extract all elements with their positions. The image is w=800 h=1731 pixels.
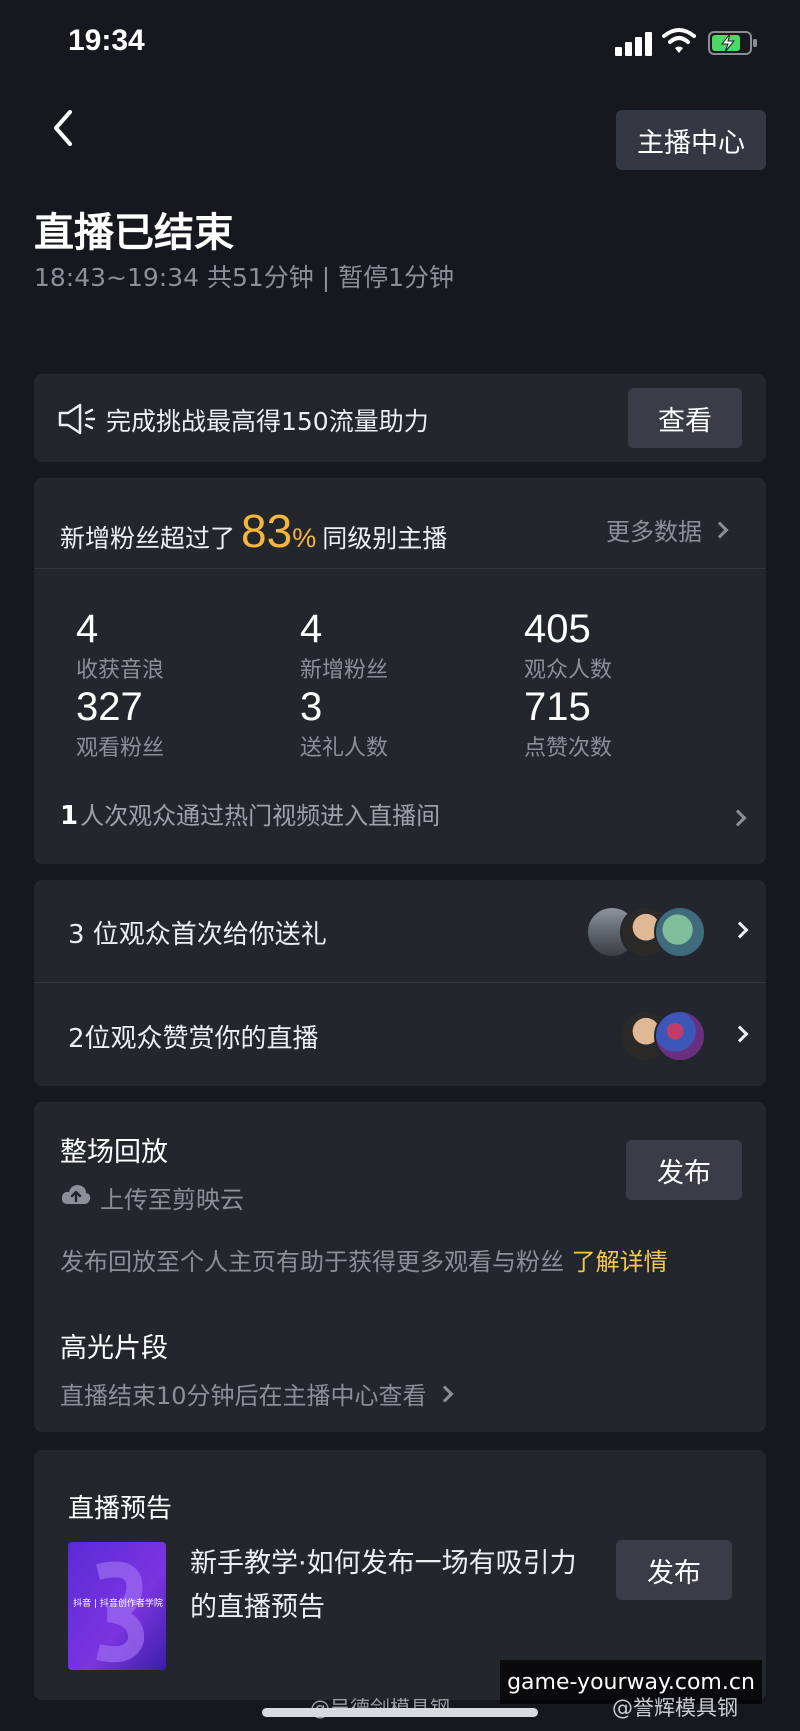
traffic-count: 1 [60, 801, 79, 831]
avatar [654, 1010, 706, 1062]
chevron-right-icon [731, 1025, 749, 1043]
stat-value: 4 [76, 607, 99, 651]
chevron-right-icon [711, 521, 729, 538]
stat-label: 收获音浪 [76, 658, 165, 683]
stat-item: 405 观众人数 [524, 608, 724, 684]
stat-value: 3 [300, 685, 323, 729]
replay-title: 整场回放 [60, 1137, 168, 1168]
preview-title: 直播预告 [68, 1494, 173, 1524]
fans-comparison: 新增粉丝超过了 83% 同级别主播 [60, 504, 447, 560]
view-challenge-button[interactable]: 查看 [628, 388, 742, 448]
fans-suffix: 同级别主播 [322, 524, 448, 553]
stat-label: 观众人数 [524, 658, 613, 683]
stats-card: 新增粉丝超过了 83% 同级别主播 更多数据 4 收获音浪 4 新增粉丝 405… [34, 478, 766, 864]
first-gift-row[interactable]: 3 位观众首次给你送礼 [34, 880, 766, 982]
appreciation-row[interactable]: 2位观众赞赏你的直播 [34, 984, 766, 1086]
stat-value: 405 [524, 607, 591, 651]
challenge-text: 完成挑战最高得150流量助力 [106, 407, 429, 436]
highlight-title: 高光片段 [60, 1333, 168, 1364]
stat-label: 送礼人数 [300, 736, 389, 761]
page-title: 直播已结束 [34, 210, 234, 256]
stat-value: 715 [524, 685, 591, 729]
preview-tutorial-text[interactable]: 新手教学·如何发布一场有吸引力的直播预告 [190, 1542, 590, 1630]
replay-desc-text: 发布回放至个人主页有助于获得更多观看与粉丝 [60, 1248, 564, 1276]
preview-thumbnail[interactable]: 抖音 | 抖音创作者学院 [68, 1542, 166, 1670]
gift-card: 3 位观众首次给你送礼 2位观众赞赏你的直播 [34, 880, 766, 1086]
host-center-button[interactable]: 主播中心 [616, 110, 766, 170]
stat-label: 观看粉丝 [76, 736, 165, 761]
cloud-upload-icon [61, 1185, 91, 1204]
stat-item: 4 新增粉丝 [300, 608, 500, 684]
publish-replay-button[interactable]: 发布 [626, 1140, 742, 1200]
traffic-text: 人次观众通过热门视频进入直播间 [80, 802, 441, 830]
chevron-right-icon[interactable] [729, 809, 747, 827]
avatar [654, 906, 706, 958]
live-duration: 18:43~19:34 共51分钟 | 暂停1分钟 [34, 263, 455, 292]
percent-sign: % [292, 523, 317, 553]
divider [34, 982, 766, 983]
stat-item: 3 送礼人数 [300, 686, 500, 762]
stat-label: 点赞次数 [524, 736, 613, 761]
speaker-icon [58, 403, 96, 435]
stat-item: 4 收获音浪 [76, 608, 276, 684]
challenge-banner: 完成挑战最高得150流量助力 查看 [34, 374, 766, 462]
publish-preview-button[interactable]: 发布 [616, 1540, 732, 1600]
more-data-label: 更多数据 [606, 518, 702, 546]
home-indicator[interactable] [262, 1708, 538, 1717]
highlight-link[interactable]: 直播结束10分钟后在主播中心查看 [60, 1376, 454, 1411]
gifter-avatars [586, 906, 706, 958]
stat-value: 4 [300, 607, 323, 651]
first-gift-text: 3 位观众首次给你送礼 [68, 920, 327, 950]
upload-cloud-text[interactable]: 上传至剪映云 [100, 1180, 244, 1215]
hot-video-traffic[interactable]: 1人次观众通过热门视频进入直播间 [60, 796, 440, 831]
replay-description: 发布回放至个人主页有助于获得更多观看与粉丝 了解详情 [60, 1242, 668, 1277]
appreciator-avatars [620, 1010, 710, 1062]
author-watermark: @誉辉模具钢 [612, 1696, 738, 1720]
highlight-desc: 直播结束10分钟后在主播中心查看 [60, 1382, 427, 1410]
more-data-link[interactable]: 更多数据 [606, 512, 729, 547]
chevron-right-icon [731, 921, 749, 939]
back-arrow-icon[interactable] [48, 104, 84, 152]
status-bar: 19:34 [0, 0, 800, 90]
battery-charging-icon [708, 31, 757, 55]
learn-more-link[interactable]: 了解详情 [572, 1248, 668, 1276]
stat-label: 新增粉丝 [300, 658, 389, 683]
chevron-right-icon [436, 1385, 454, 1402]
appreciation-text: 2位观众赞赏你的直播 [68, 1024, 319, 1054]
wifi-icon [662, 28, 696, 53]
thumbnail-caption: 抖音 | 抖音创作者学院 [73, 1599, 163, 1609]
cellular-signal-icon [615, 30, 653, 56]
stat-value: 327 [76, 685, 143, 729]
fans-prefix: 新增粉丝超过了 [60, 524, 236, 553]
status-time: 19:34 [68, 24, 145, 57]
divider [34, 568, 766, 569]
replay-card: 整场回放 发布 上传至剪映云 发布回放至个人主页有助于获得更多观看与粉丝 了解详… [34, 1102, 766, 1432]
fans-percent: 83% [241, 504, 316, 558]
stat-item: 327 观看粉丝 [76, 686, 276, 762]
fans-percent-value: 83 [241, 505, 293, 557]
stat-item: 715 点赞次数 [524, 686, 724, 762]
